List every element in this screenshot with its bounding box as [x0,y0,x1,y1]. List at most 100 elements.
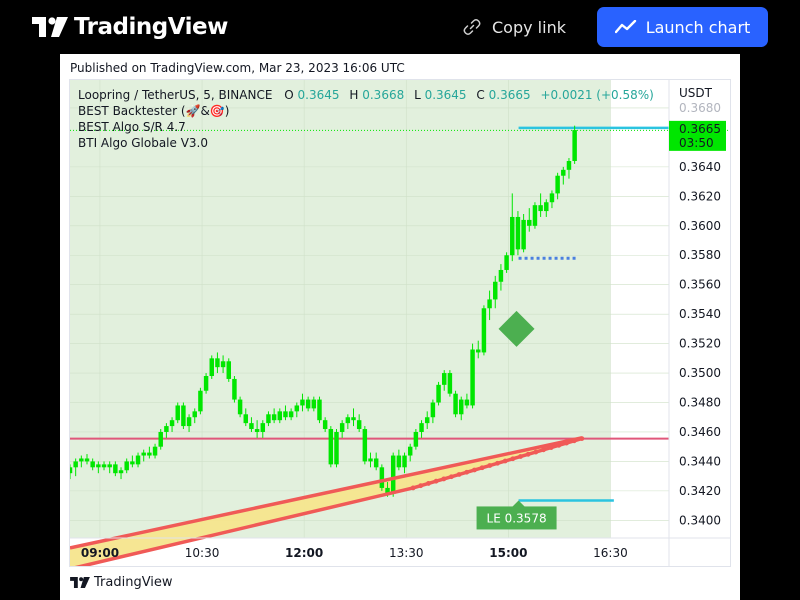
candle-body-89 [572,130,577,161]
price-tick-10: 0.3460 [679,425,721,439]
price-chart[interactable]: LE 0.3578 0.3680 0.3640 0.3620 0.3600 0.3580… [70,80,730,566]
legend-close-value: 0.3665 [489,88,531,102]
price-tick-13: 0.3400 [679,513,721,527]
trend-dot-17 [541,447,546,453]
legend-open-value: 0.3645 [298,88,340,102]
candle-body-34 [260,423,266,432]
candle-body-44 [317,399,322,421]
candle-body-74 [487,299,492,309]
trend-dot-9 [479,465,485,471]
candle-body-81 [527,219,532,226]
footer-brand-name: TradingView [94,575,173,590]
candle-body-73 [481,308,487,353]
price-tick-1: 0.3640 [679,160,721,174]
footer-brand: TradingView [70,575,173,590]
candle-body-11 [130,461,135,465]
candle-body-28 [226,361,231,379]
trend-dot-21 [571,438,577,444]
candle-body-75 [493,281,498,300]
legend-high-value: 0.3668 [362,88,404,102]
trend-dot-4 [441,476,447,482]
price-tick-9: 0.3480 [679,396,721,410]
trend-dot-10 [487,463,493,468]
candle-body-24 [203,376,209,391]
candle-body-72 [476,349,481,353]
candle-body-25 [209,358,214,377]
time-tick-5: 16:30 [593,546,628,560]
trend-dot-18 [548,445,554,450]
candle-body-64 [430,402,436,418]
candle-body-79 [515,216,521,250]
candle-body-5 [96,464,101,468]
candle-body-87 [561,169,566,176]
candle-body-86 [555,175,560,194]
trend-dot-2 [426,481,431,486]
legend-open-label: O [284,88,293,102]
copy-link-button[interactable]: Copy link [462,14,566,40]
trend-dot-6 [456,472,462,477]
countdown-label: 03:50 [679,136,714,150]
legend-symbol: Loopring / TetherUS, 5, BINANCE [78,88,272,102]
legend-high-label: H [349,88,358,102]
candle-body-52 [362,429,368,462]
trend-dot-7 [464,469,470,475]
candle-body-39 [288,411,294,418]
candle-body-22 [192,411,197,418]
candle-body-41 [300,399,305,406]
price-tick-6: 0.3540 [679,307,721,321]
indicator-label-3[interactable]: BTI Algo Globale V3.0 [78,136,208,150]
candle-body-70 [464,399,470,406]
indicator-label-2[interactable]: BEST Algo S/R 4.7 [78,120,186,134]
indicator-label-1[interactable]: BEST Backtester (🚀&🎯) [78,104,230,118]
candle-body-43 [311,399,317,409]
candle-body-48 [339,423,345,432]
trend-dot-16 [533,449,539,455]
launch-chart-button[interactable]: Launch chart [597,7,768,47]
candle-body-45 [322,420,328,430]
trend-dot-1 [418,483,424,489]
candle-body-20 [181,405,186,427]
candle-body-29 [232,378,237,400]
candle-body-27 [220,361,226,368]
candle-body-1 [73,461,78,468]
candle-body-8 [113,464,118,474]
candle-body-46 [328,429,334,465]
candle-body-84 [544,202,549,212]
candle-body-12 [135,455,141,465]
trend-dot-12 [502,458,508,464]
candle-body-32 [249,423,254,430]
candle-body-61 [413,431,419,447]
legend-ohlc-line: Loopring / TetherUS, 5, BINANCE O 0.3645… [78,88,654,102]
candle-body-88 [566,160,572,170]
time-tick-0: 09:00 [81,546,119,560]
candle-body-15 [152,446,158,456]
candle-body-17 [164,426,169,432]
candle-body-3 [84,458,90,462]
candle-body-54 [373,458,379,468]
legend-close-label: C [476,88,484,102]
candle-body-51 [356,420,362,430]
tradingview-logo-icon [32,17,68,37]
candle-body-80 [521,219,526,250]
time-tick-2: 12:00 [285,546,323,560]
candle-body-26 [215,358,220,368]
candle-body-67 [447,373,453,394]
candle-body-30 [237,399,243,415]
price-tick-8: 0.3500 [679,366,721,380]
price-tick-4: 0.3580 [679,248,721,262]
time-tick-3: 13:30 [389,546,424,560]
candle-body-9 [118,470,124,474]
price-tick-11: 0.3440 [679,454,721,468]
candle-body-77 [504,255,509,270]
link-icon [463,19,481,35]
chart-frame[interactable]: LE 0.3578 0.3680 0.3640 0.3620 0.3600 0.3580… [69,79,731,567]
price-tick-0: 0.3680 [679,101,721,115]
candle-body-58 [396,455,402,468]
candle-body-19 [175,405,180,421]
candle-body-4 [90,461,95,468]
trend-dot-8 [472,467,477,473]
trend-dot-20 [564,440,569,446]
tradingview-footer-icon [70,577,90,588]
candle-body-40 [294,405,300,412]
tradingview-logo[interactable]: TradingView [32,12,228,42]
